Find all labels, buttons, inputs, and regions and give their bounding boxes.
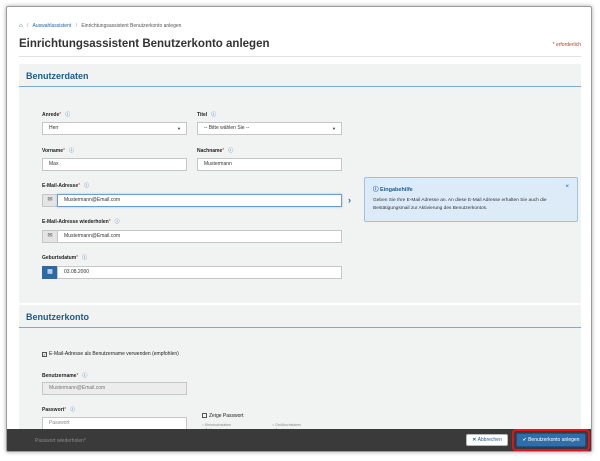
- checkbox-icon[interactable]: [202, 413, 207, 418]
- section-title: Benutzerdaten: [26, 71, 89, 81]
- caret-down-icon: ▼: [332, 126, 336, 131]
- email-input[interactable]: Mustermann@Email.com: [57, 194, 342, 207]
- anrede-select[interactable]: Herr ▼: [42, 122, 187, 135]
- use-email-checkbox[interactable]: ✓ E-Mail-Adresse als Benutzername verwend…: [42, 351, 179, 357]
- help-body: Geben Sie Ihre E-Mail Adresse an. An die…: [373, 198, 547, 211]
- info-icon[interactable]: ⓘ: [84, 183, 89, 189]
- required-note: * erforderlich: [552, 42, 581, 48]
- titel-label: Titel ⓘ: [197, 112, 217, 118]
- password-rule: ○ Kleinbuchstaben: [202, 423, 231, 427]
- action-bar: Passwort wiederholen* ✕ Abbrechen ✔ Benu…: [7, 429, 591, 451]
- home-icon[interactable]: ⌂: [19, 23, 23, 29]
- help-title: ⓘ Eingabehilfe: [373, 187, 413, 193]
- chevron-right-icon: ›: [348, 195, 351, 205]
- info-icon[interactable]: ⓘ: [115, 219, 120, 225]
- breadcrumb-link-auswahlassistent[interactable]: Auswahlassistent: [33, 23, 72, 29]
- info-icon: ⓘ: [373, 187, 379, 193]
- email-repeat-input[interactable]: Mustermann@Email.com: [57, 230, 342, 243]
- vorname-label: Vorname* ⓘ: [42, 148, 74, 154]
- create-account-button[interactable]: ✔ Benutzerkonto anlegen: [516, 433, 586, 447]
- info-icon[interactable]: ⓘ: [65, 112, 70, 118]
- geburtsdatum-input[interactable]: 03.08.2000: [57, 266, 342, 279]
- info-icon[interactable]: ⓘ: [82, 373, 87, 379]
- section-title: Benutzerkonto: [26, 312, 89, 322]
- caret-down-icon: ▼: [177, 126, 181, 131]
- email-repeat-label: E-Mail-Adresse wiederholen* ⓘ: [42, 219, 120, 225]
- calendar-icon[interactable]: ▦: [42, 266, 57, 279]
- page-frame: ⌂ / Auswahlassistent / Einrichtungsassis…: [6, 6, 592, 452]
- info-icon[interactable]: ⓘ: [82, 255, 87, 261]
- page-title: Einrichtungsassistent Benutzerkonto anle…: [19, 38, 270, 50]
- benutzername-label: Benutzername* ⓘ: [42, 373, 88, 379]
- checkbox-checked-icon[interactable]: ✓: [42, 352, 47, 357]
- breadcrumb-current: Einrichtungsassistent Benutzerkonto anle…: [81, 23, 182, 29]
- benutzername-input: Mustermann@Email.com: [42, 382, 187, 395]
- email-label: E-Mail-Adresse* ⓘ: [42, 183, 90, 189]
- passwort-label: Passwort* ⓘ: [42, 407, 76, 413]
- nachname-label: Nachname* ⓘ: [197, 148, 234, 154]
- nachname-input[interactable]: Mustermann: [197, 158, 342, 171]
- password-rule: ○ Großbuchstaben: [272, 423, 302, 427]
- breadcrumb: ⌂ / Auswahlassistent / Einrichtungsassis…: [19, 23, 182, 29]
- section-header: Benutzerkonto: [19, 305, 581, 328]
- info-icon[interactable]: ⓘ: [70, 407, 75, 413]
- close-icon: ✕: [472, 437, 477, 443]
- check-icon: ✔: [522, 437, 527, 443]
- help-box: ⓘ Eingabehilfe × Geben Sie Ihre E-Mail A…: [364, 177, 578, 222]
- info-icon[interactable]: ⓘ: [228, 148, 233, 154]
- info-icon[interactable]: ⓘ: [69, 148, 74, 154]
- info-icon[interactable]: ⓘ: [211, 112, 216, 118]
- envelope-icon: ✉: [42, 230, 57, 243]
- envelope-icon: ✉: [42, 194, 57, 207]
- titel-select[interactable]: -- Bitte wählen Sie -- ▼: [197, 122, 342, 135]
- geburtsdatum-label: Geburtsdatum* ⓘ: [42, 255, 88, 261]
- cancel-button[interactable]: ✕ Abbrechen: [466, 434, 508, 446]
- section-header: Benutzerdaten: [19, 64, 581, 87]
- vorname-input[interactable]: Max: [42, 158, 187, 171]
- close-icon[interactable]: ×: [565, 184, 569, 190]
- divider: [19, 56, 581, 57]
- zeige-passwort-checkbox[interactable]: Zeige Passwort: [202, 413, 243, 419]
- passwort-wiederholen-label: Passwort wiederholen*: [35, 438, 86, 444]
- anrede-label: Anrede* ⓘ: [42, 112, 71, 118]
